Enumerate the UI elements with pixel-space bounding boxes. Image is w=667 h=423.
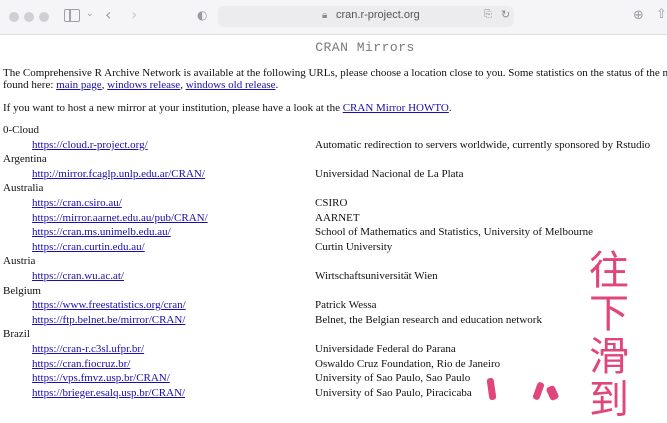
host-paragraph: If you want to host a new mirror at your… <box>3 102 452 114</box>
chevron-left-icon[interactable]: ‹ <box>105 5 111 24</box>
country-heading: Belgium <box>3 284 41 297</box>
mirror-description: Wirtschaftsuniversität Wien <box>315 270 438 282</box>
scroll-hint-overlay: 往下滑到 <box>589 248 629 423</box>
mirror-description: Automatic redirection to servers worldwi… <box>315 138 651 151</box>
windows-release-link[interactable]: windows release <box>107 79 180 91</box>
lock-icon: 🔒︎ <box>322 10 328 21</box>
country-heading: Austria <box>3 255 36 268</box>
mirror-description: School of Mathematics and Statistics, Un… <box>315 226 594 239</box>
main-page-link[interactable]: main page <box>56 79 102 91</box>
intro-text: The Comprehensive R Archive Network is a… <box>3 67 667 79</box>
mirror-url-link[interactable]: https://mirror.aarnet.edu.au/pub/CRAN/ <box>32 212 208 224</box>
share-icon[interactable]: ⇧ <box>656 7 667 22</box>
mirror-url-link[interactable]: https://cran.ms.unimelb.edu.au/ <box>32 226 171 238</box>
mirror-url-link[interactable]: https://cran.wu.ac.at/ <box>32 270 124 282</box>
windows-old-release-link[interactable]: windows old release <box>186 79 276 91</box>
sidebar-toggle-icon[interactable] <box>64 9 80 22</box>
chevron-down-icon[interactable]: ⌄ <box>86 9 94 19</box>
mirror-url-link[interactable]: https://cran-r.c3sl.ufpr.br/ <box>32 343 144 355</box>
mirror-url-link[interactable]: https://brieger.esalq.usp.br/CRAN/ <box>32 387 185 399</box>
mirror-description: Universidade Federal do Parana <box>315 343 456 355</box>
mirror-description: University of Sao Paulo, Piracicaba <box>315 386 472 399</box>
mirror-description: Curtin University <box>315 240 393 253</box>
mirror-description: Universidad Nacional de La Plata <box>315 167 464 180</box>
page-content: CRAN Mirrors The Comprehensive R Archive… <box>0 34 667 400</box>
mirror-description: CSIRO <box>315 197 348 209</box>
period: . <box>275 79 279 91</box>
download-icon[interactable]: ⊕ <box>633 8 644 23</box>
address-bar[interactable]: 🔒︎ cran.r-project.org ⎘ ↻ <box>218 6 514 27</box>
host-text: If you want to host a new mirror at your… <box>3 102 343 114</box>
country-heading: Australia <box>3 182 44 195</box>
privacy-shield-icon[interactable]: ◐ <box>197 8 207 22</box>
mirror-url-link[interactable]: https://cran.csiro.au/ <box>32 197 122 209</box>
country-heading: Brazil <box>3 328 30 341</box>
chevron-right-icon[interactable]: › <box>131 5 137 24</box>
browser-toolbar: ⌄ ‹ › ◐ 🔒︎ cran.r-project.org ⎘ ↻ ⊕ ⇧ <box>0 0 667 35</box>
mirror-url-link[interactable]: https://www.freestatistics.org/cran/ <box>32 299 186 311</box>
mirror-url-link[interactable]: https://ftp.belnet.be/mirror/CRAN/ <box>32 314 185 326</box>
mirror-url-link[interactable]: https://cran.fiocruz.br/ <box>32 358 130 370</box>
cran-mirror-howto-link[interactable]: CRAN Mirror HOWTO <box>343 102 449 114</box>
url-text: cran.r-project.org <box>336 9 420 21</box>
mirror-description: Patrick Wessa <box>315 299 377 312</box>
mirror-description: Belnet, the Belgian research and educati… <box>315 313 542 326</box>
mirror-description: AARNET <box>315 211 360 224</box>
page-title: CRAN Mirrors <box>315 40 415 55</box>
mirror-description: University of Sao Paulo, Sao Paulo <box>315 372 471 385</box>
country-heading: Argentina <box>3 153 47 166</box>
mirror-url-link[interactable]: https://vps.fmvz.usp.br/CRAN/ <box>32 372 170 384</box>
country-heading: 0-Cloud <box>3 124 40 136</box>
translate-icon[interactable]: ⎘ <box>484 9 492 20</box>
intro-paragraph: The Comprehensive R Archive Network is a… <box>3 67 667 79</box>
mirror-url-link[interactable]: https://cloud.r-project.org/ <box>32 139 148 151</box>
intro-links: found here: main page, windows release, … <box>3 79 278 91</box>
window-close-button[interactable] <box>9 12 19 22</box>
mirror-url-link[interactable]: http://mirror.fcaglp.unlp.edu.ar/CRAN/ <box>32 168 205 180</box>
window-minimize-button[interactable] <box>24 12 34 22</box>
window-zoom-button[interactable] <box>39 12 49 22</box>
found-here-text: found here: <box>3 79 57 91</box>
reload-icon[interactable]: ↻ <box>501 8 510 21</box>
period: . <box>448 102 452 114</box>
mirror-url-link[interactable]: https://cran.curtin.edu.au/ <box>32 241 145 253</box>
mirror-description: Oswaldo Cruz Foundation, Rio de Janeiro <box>315 357 501 370</box>
